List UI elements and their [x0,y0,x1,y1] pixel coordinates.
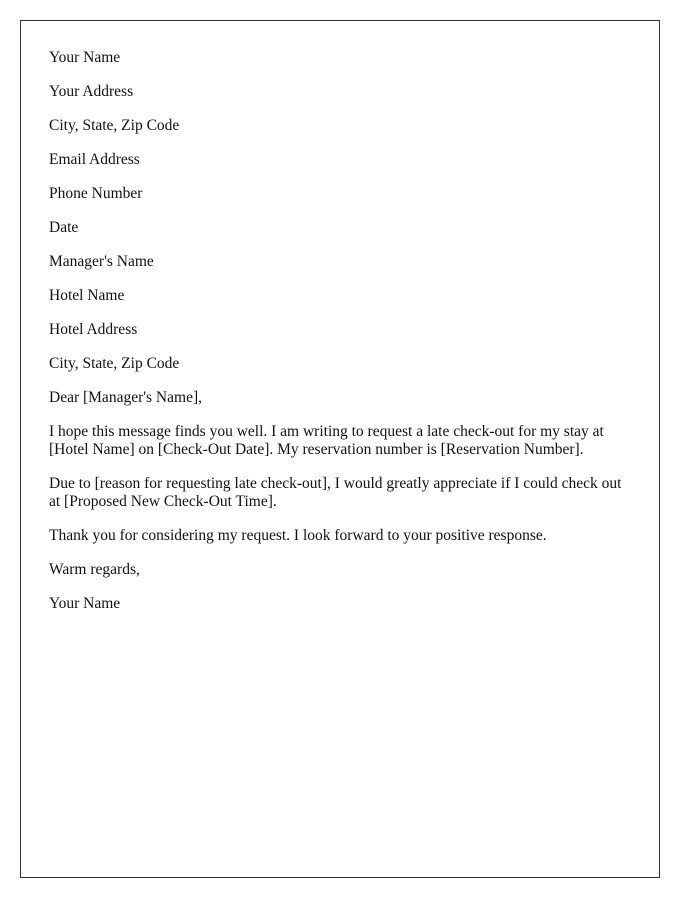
body-paragraph: Due to [reason for requesting late check… [49,475,622,510]
letter-date: Date [49,219,79,236]
recipient-address: Hotel Address [49,321,138,338]
recipient-name: Manager's Name [49,253,154,270]
signature: Your Name [49,595,121,612]
body-paragraph: I hope this message finds you well. I am… [49,423,604,458]
recipient-hotel: Hotel Name [49,287,125,304]
letter-content: Your Name Your Address City, State, Zip … [49,49,634,629]
body-paragraph: Thank you for considering my request. I … [49,527,547,544]
sender-name: Your Name [49,49,121,66]
salutation: Dear [Manager's Name], [49,389,202,406]
sender-email: Email Address [49,151,140,168]
letter-page: Your Name Your Address City, State, Zip … [20,20,660,878]
recipient-city-state-zip: City, State, Zip Code [49,355,180,372]
sender-phone: Phone Number [49,185,143,202]
closing: Warm regards, [49,561,140,578]
sender-address: Your Address [49,83,134,100]
sender-city-state-zip: City, State, Zip Code [49,117,180,134]
